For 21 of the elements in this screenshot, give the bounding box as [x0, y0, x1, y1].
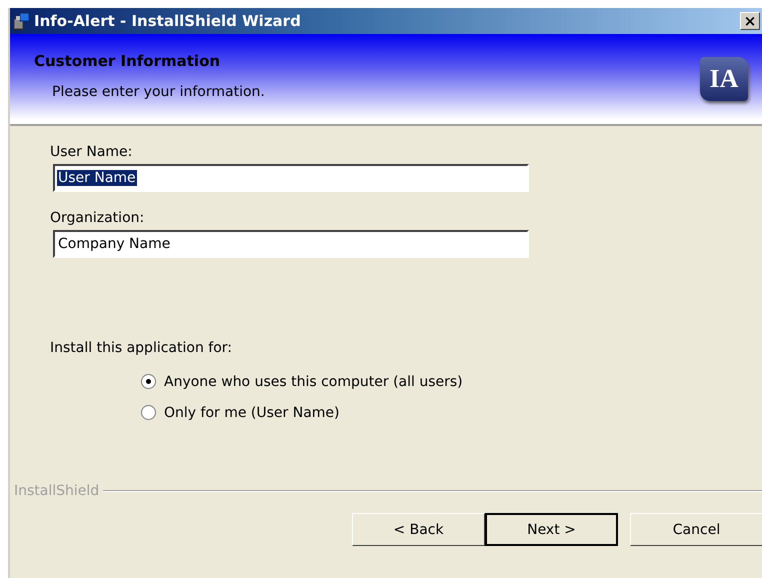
input-field[interactable]: User Name [53, 164, 529, 192]
installer-icon [12, 12, 30, 30]
brand-label: InstallShield [14, 483, 100, 499]
radio-button[interactable] [141, 405, 156, 420]
field-label: User Name: [50, 144, 134, 160]
close-button[interactable]: × [740, 12, 760, 30]
wizard-button[interactable]: < Back [352, 513, 485, 546]
option-label[interactable]: Anyone who uses this computer (all users) [164, 374, 463, 390]
page-title: Customer Information [34, 52, 222, 70]
option-label[interactable]: Only for me (User Name) [164, 404, 340, 420]
input-field[interactable]: Company Name [53, 230, 529, 258]
field-value: Company Name [57, 236, 172, 252]
install-for-label: Install this application for: [50, 340, 233, 356]
window-title: Info-Alert - InstallShield Wizard [34, 12, 302, 30]
wizard-button[interactable]: Cancel [630, 513, 762, 546]
radio-button[interactable] [141, 374, 156, 389]
page-subtitle: Please enter your information. [52, 84, 265, 100]
wizard-button[interactable]: Next > [485, 513, 618, 546]
field-value: User Name [57, 170, 137, 186]
field-label: Organization: [50, 210, 146, 226]
flag-logo: IA [700, 57, 748, 101]
